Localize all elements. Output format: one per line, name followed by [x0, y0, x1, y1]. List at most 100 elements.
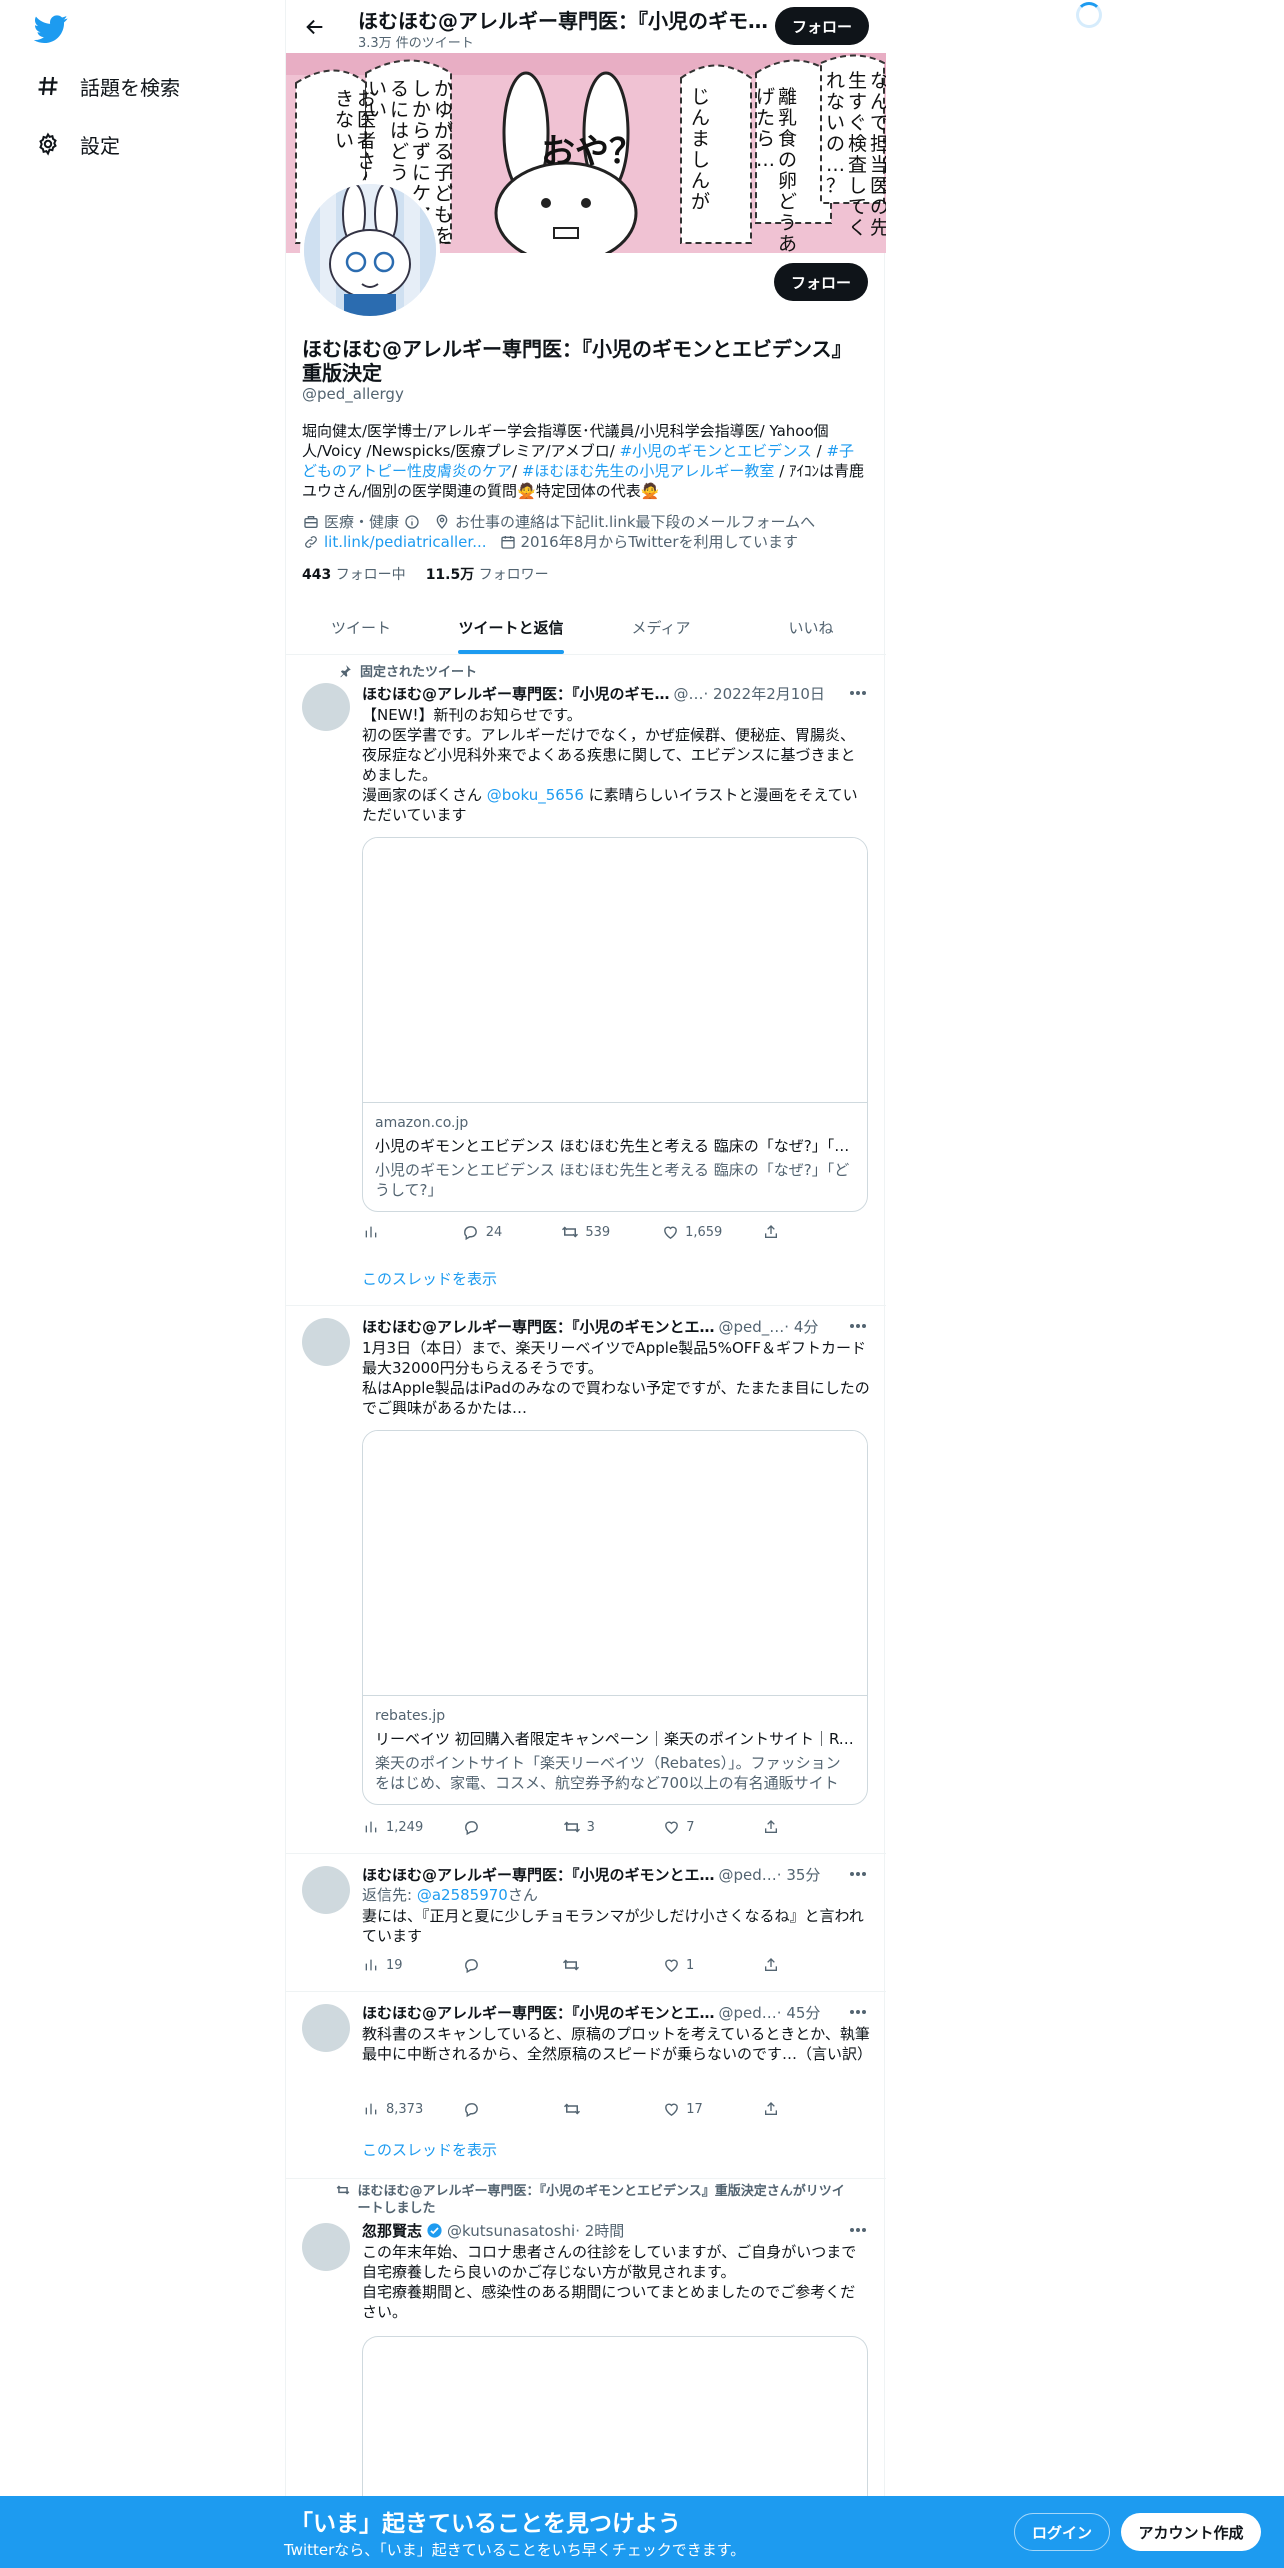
like-button[interactable]: 7 [662, 1818, 722, 1836]
analytics-icon [362, 1956, 380, 1974]
tab-likes[interactable]: いいね [736, 600, 886, 654]
info-icon[interactable] [403, 513, 421, 531]
share-button[interactable] [762, 1223, 782, 1241]
tweet-author-handle[interactable]: @ped… [719, 1866, 777, 1884]
mention-link[interactable]: @boku_5656 [487, 786, 584, 804]
profile-name: ほむほむ@アレルギー専門医：『小児のギモンとエビデンス』重版決定 [302, 337, 852, 385]
sidebar-item-settings[interactable]: 設定 [34, 122, 120, 166]
views-button[interactable]: 1,249 [362, 1818, 423, 1836]
avatar[interactable] [302, 1866, 350, 1914]
like-button[interactable]: 1 [662, 1956, 722, 1974]
login-button[interactable]: ログイン [1014, 2513, 1110, 2551]
profile-avatar[interactable] [300, 180, 440, 320]
twitter-logo-icon[interactable] [33, 12, 68, 46]
following-link[interactable]: 443 フォロー中 [302, 564, 406, 584]
tweet-reply[interactable]: ほむほむ@アレルギー専門医：『小児のギモンとエ… @ped… · 35分 返信先… [286, 1854, 886, 1992]
banner-text: おや？ [541, 132, 643, 172]
followers-link[interactable]: 11.5万 フォロワー [426, 564, 549, 584]
tweet-timestamp[interactable]: · 4分 [784, 1316, 818, 1337]
bio-text: / [512, 462, 522, 480]
tweet-timestamp[interactable]: · 45分 [777, 2002, 821, 2023]
show-thread-link[interactable]: このスレッドを表示 [362, 1268, 497, 1289]
reply-icon [462, 1956, 480, 1974]
profile-meta-row: 医療・健康 お仕事の連絡は下記lit.link最下段のメールフォームへ [302, 511, 815, 532]
retweet-button[interactable] [563, 2100, 623, 2118]
avatar[interactable] [302, 2004, 350, 2052]
app-root: 話題を検索 設定 ほむほむ@アレルギー専門医：『小児のギモンとエビデンス』重版決… [0, 0, 1284, 2568]
bio-hashtag-link[interactable]: #小児のギモンとエビデンス [620, 442, 812, 460]
tweet-header: ほむほむ@アレルギー専門医：『小児のギモ… @… · 2022年2月10日 [362, 683, 852, 704]
bio-hashtag-link[interactable]: #ほむほむ先生の小児アレルギー教室 [522, 462, 775, 480]
follow-button[interactable]: フォロー [774, 263, 868, 301]
tweet-author-handle[interactable]: @ped_… [719, 1318, 785, 1336]
share-button[interactable] [762, 1956, 782, 1974]
tweet-author-name[interactable]: ほむほむ@アレルギー専門医：『小児のギモンとエ… [362, 2002, 715, 2023]
tweet-header: 忽那賢志 @kutsunasatoshi · 2時間 [362, 2220, 852, 2241]
share-button[interactable] [762, 2100, 782, 2118]
more-options-icon[interactable] [846, 2220, 870, 2240]
reply-icon [463, 2100, 481, 2118]
signup-button[interactable]: アカウント作成 [1121, 2513, 1261, 2551]
reply-button[interactable] [463, 2100, 523, 2118]
followers-count: 11.5万 [425, 567, 475, 583]
tweet-author-name[interactable]: ほむほむ@アレルギー専門医：『小児のギモ… [362, 683, 670, 704]
sidebar-item-explore[interactable]: 話題を検索 [34, 64, 180, 108]
views-button[interactable]: 19 [362, 1956, 422, 1974]
card-domain: amazon.co.jp [375, 1115, 469, 1131]
profile-website-link[interactable]: lit.link/pediatricaller... [324, 533, 487, 551]
tweet-pinned[interactable]: 固定されたツイート ほむほむ@アレルギー専門医：『小児のギモ… @… · 202… [286, 655, 886, 1306]
rabbit-avatar-image [304, 184, 436, 316]
more-options-icon[interactable] [846, 2002, 870, 2022]
reply-button[interactable]: 24 [462, 1223, 522, 1241]
views-button[interactable] [362, 1223, 422, 1241]
retweet-button[interactable] [562, 1956, 622, 1974]
reply-button[interactable] [462, 1956, 522, 1974]
signup-prompt-bar: 「いま」起きていることを見つけよう Twitterなら、「いま」起きていることを… [0, 2496, 1284, 2568]
tab-media[interactable]: メディア [586, 600, 736, 654]
tweet[interactable]: ほむほむ@アレルギー専門医：『小児のギモンとエ… @ped_… · 4分 1月3… [286, 1306, 886, 1854]
tab-tweets[interactable]: ツイート [286, 600, 436, 654]
sidebar-item-label: 話題を検索 [80, 75, 180, 100]
more-options-icon[interactable] [846, 1316, 870, 1336]
retweet-button[interactable]: 3 [563, 1818, 623, 1836]
tab-tweets-and-replies[interactable]: ツイートと返信 [436, 600, 586, 654]
share-button[interactable] [762, 1818, 782, 1836]
tweet-actions: 24 539 1,659 [362, 1223, 782, 1241]
like-count: 7 [686, 1819, 695, 1835]
avatar[interactable] [302, 683, 350, 731]
tweet-author-name[interactable]: 忽那賢志 [362, 2220, 422, 2241]
views-button[interactable]: 8,373 [362, 2100, 423, 2118]
tweet-timestamp[interactable]: · 2時間 [575, 2220, 624, 2241]
tweet-author-name[interactable]: ほむほむ@アレルギー専門医：『小児のギモンとエ… [362, 1316, 715, 1337]
tweet-author-name[interactable]: ほむほむ@アレルギー専門医：『小児のギモンとエ… [362, 1864, 715, 1885]
more-options-icon[interactable] [846, 1864, 870, 1884]
hashtag-icon [34, 72, 62, 100]
reply-to-label: 返信先: [362, 1886, 417, 1904]
tweet-author-handle[interactable]: @ped… [719, 2004, 777, 2022]
back-arrow-icon[interactable] [300, 12, 330, 42]
retweet-context-label[interactable]: ほむほむ@アレルギー専門医：『小児のギモンとエビデンス』重版決定さんがリツイート… [358, 2183, 853, 2217]
more-options-icon[interactable] [846, 683, 870, 703]
analytics-icon [362, 1818, 380, 1836]
show-thread-link[interactable]: このスレッドを表示 [362, 2139, 497, 2160]
tweet-timestamp[interactable]: · 35分 [777, 1864, 821, 1885]
avatar[interactable] [302, 2223, 350, 2271]
avatar[interactable] [302, 1318, 350, 1366]
tweet-timestamp[interactable]: · 2022年2月10日 [704, 683, 825, 704]
tweet-author-handle[interactable]: @… [674, 685, 704, 703]
profile-header-bar: ほむほむ@アレルギー専門医：『小児のギモンとエビデンス』重版決定 3.3万 件の… [286, 0, 886, 53]
reply-button[interactable] [463, 1818, 523, 1836]
verified-badge-icon [426, 2222, 443, 2239]
tweet[interactable]: ほむほむ@アレルギー専門医：『小児のギモンとエ… @ped… · 45分 教科書… [286, 1992, 886, 2179]
retweet-button[interactable]: 539 [561, 1223, 621, 1241]
reply-to-mention[interactable]: @a2585970 [417, 1886, 508, 1904]
tweet-author-handle[interactable]: @kutsunasatoshi [447, 2222, 575, 2240]
pin-icon [332, 664, 352, 678]
like-button[interactable]: 1,659 [661, 1223, 722, 1241]
link-card[interactable]: amazon.co.jp 小児のギモンとエビデンス ほむほむ先生と考える 臨床の… [362, 837, 868, 1212]
link-card[interactable]: rebates.jp リーベイツ 初回購入者限定キャンペーン｜楽天のポイントサイ… [362, 1430, 868, 1805]
header-follow-button[interactable]: フォロー [775, 7, 869, 45]
prompt-title: 「いま」起きていることを見つけよう [290, 2511, 681, 2537]
like-button[interactable]: 17 [662, 2100, 722, 2118]
retweet-context: ほむほむ@アレルギー専門医：『小児のギモンとエビデンス』重版決定さんがリツイート… [332, 2183, 852, 2217]
